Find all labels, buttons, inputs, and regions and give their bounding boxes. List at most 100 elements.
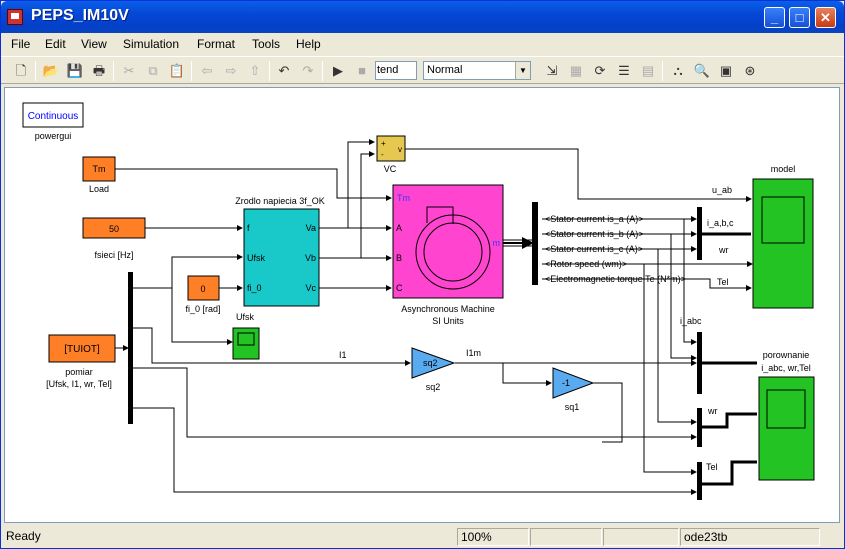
fi0-text: 0 bbox=[200, 284, 205, 294]
machine-label1: Asynchronous Machine bbox=[401, 304, 495, 314]
signal-i1m: I1m bbox=[466, 348, 481, 358]
menu-tools[interactable]: Tools bbox=[252, 37, 280, 51]
start-simulation-icon[interactable]: ▶ bbox=[328, 61, 348, 81]
title-bar[interactable]: PEPS_IM10V _ □ ✕ bbox=[1, 1, 844, 33]
print-icon[interactable]: 🖶 bbox=[89, 61, 109, 81]
machine-b: B bbox=[396, 253, 402, 263]
vc-minus: - bbox=[381, 150, 384, 159]
machine-tm: Tm bbox=[397, 193, 410, 203]
simulink-window: PEPS_IM10V _ □ ✕ File Edit View Simulati… bbox=[0, 0, 845, 549]
library-browser-icon[interactable]: ⛬ bbox=[668, 61, 688, 81]
menu-bar: File Edit View Simulation Format Tools H… bbox=[1, 34, 844, 54]
bus-selector-block[interactable] bbox=[532, 202, 538, 285]
machine-c: C bbox=[396, 283, 403, 293]
up-icon[interactable]: ⇧ bbox=[245, 61, 265, 81]
stop-time-input[interactable]: tend bbox=[375, 61, 417, 80]
new-model-icon[interactable]: 🗋 bbox=[11, 61, 31, 81]
machine-a: A bbox=[396, 223, 402, 233]
debugger-icon[interactable]: ▣ bbox=[716, 61, 736, 81]
chevron-down-icon[interactable]: ▼ bbox=[515, 62, 530, 79]
status-bar: Ready 100% ode23tb bbox=[1, 526, 844, 548]
signal-rotor-speed: <Rotor speed (wm)> bbox=[545, 259, 627, 269]
close-button[interactable]: ✕ bbox=[815, 7, 836, 28]
mux-iabc-block[interactable] bbox=[697, 207, 702, 260]
help-target-icon[interactable]: ⊛ bbox=[740, 61, 760, 81]
open-icon[interactable]: 📂 bbox=[41, 61, 61, 81]
signal-is-c: <Stator current is_c (A)> bbox=[545, 244, 643, 254]
fi0-label: fi_0 [rad] bbox=[185, 304, 220, 314]
source-in-ufsk: Ufsk bbox=[247, 253, 266, 263]
source-out-vc: Vc bbox=[305, 283, 316, 293]
por-scope-label1: porownanie bbox=[763, 350, 810, 360]
refresh-icon[interactable]: ⟳ bbox=[590, 61, 610, 81]
fsieci-label: fsieci [Hz] bbox=[94, 250, 133, 260]
simulink-app-icon bbox=[7, 9, 23, 25]
menu-edit[interactable]: Edit bbox=[45, 37, 66, 51]
signal-i1: I1 bbox=[339, 350, 347, 360]
maximize-button[interactable]: □ bbox=[789, 7, 810, 28]
status-empty-2 bbox=[603, 528, 679, 546]
sq1-label: sq1 bbox=[565, 402, 580, 412]
save-icon[interactable]: 💾 bbox=[65, 61, 85, 81]
build-icon[interactable]: ▦ bbox=[566, 61, 586, 81]
tuiot-text: [TUIOT] bbox=[64, 344, 100, 355]
layers-icon[interactable]: ☰ bbox=[614, 61, 634, 81]
copy-icon[interactable]: ⧉ bbox=[143, 61, 163, 81]
machine-m: m bbox=[493, 238, 501, 248]
signal-wr-label: wr bbox=[707, 406, 718, 416]
sq1-text: -1 bbox=[562, 378, 570, 388]
tuiot-label2: [Ufsk, I1, wr, Tel] bbox=[46, 379, 112, 389]
source-in-fi0: fi_0 bbox=[247, 283, 262, 293]
menu-view[interactable]: View bbox=[81, 37, 107, 51]
minimize-button[interactable]: _ bbox=[764, 7, 785, 28]
load-text: Tm bbox=[93, 164, 106, 174]
vc-label: VC bbox=[384, 164, 397, 174]
simulation-mode-select[interactable]: Normal ▼ bbox=[423, 61, 531, 80]
status-solver: ode23tb bbox=[680, 528, 820, 546]
signal-is-a: <Stator current is_a (A)> bbox=[545, 214, 644, 224]
por-scope-label2: i_abc, wr,Tel bbox=[761, 363, 811, 373]
demux-block[interactable] bbox=[128, 272, 133, 424]
model-advisor-icon[interactable]: ▤ bbox=[638, 61, 658, 81]
paste-icon[interactable]: 📋 bbox=[167, 61, 187, 81]
mux-tel-block[interactable] bbox=[697, 462, 702, 500]
model-in-tel: Tel bbox=[717, 277, 729, 287]
window-title: PEPS_IM10V bbox=[31, 7, 129, 24]
signal-iabc-label: i_abc bbox=[680, 316, 702, 326]
menu-help[interactable]: Help bbox=[296, 37, 321, 51]
menu-format[interactable]: Format bbox=[197, 37, 235, 51]
model-canvas[interactable]: Continuous powergui Tm Load 50 fsieci [H… bbox=[4, 87, 840, 523]
stop-simulation-icon[interactable]: ■ bbox=[352, 61, 372, 81]
signal-is-b: <Stator current is_b (A)> bbox=[545, 229, 644, 239]
menu-file[interactable]: File bbox=[11, 37, 30, 51]
back-icon[interactable]: ⇦ bbox=[197, 61, 217, 81]
source-title: Zrodlo napiecia 3f_OK bbox=[235, 196, 325, 206]
vc-v: v bbox=[398, 145, 402, 154]
update-diagram-icon[interactable]: ⇲ bbox=[542, 61, 562, 81]
model-in-wr: wr bbox=[718, 245, 729, 255]
source-out-va: Va bbox=[306, 223, 316, 233]
machine-label2: SI Units bbox=[432, 316, 464, 326]
cut-icon[interactable]: ✂ bbox=[119, 61, 139, 81]
redo-icon[interactable]: ↷ bbox=[298, 61, 318, 81]
signal-torque: <Electromagnetic torque Te (N*m)> bbox=[545, 274, 686, 284]
source-out-vb: Vb bbox=[305, 253, 316, 263]
model-in-iabc: i_a,b,c bbox=[707, 218, 734, 228]
mux-iabc2-block[interactable] bbox=[697, 332, 702, 394]
ufsk-scope-label: Ufsk bbox=[236, 312, 255, 322]
vc-plus: + bbox=[381, 139, 386, 148]
model-explorer-icon[interactable]: 🔍 bbox=[692, 61, 712, 81]
model-in-uab: u_ab bbox=[712, 185, 732, 195]
powergui-label: powergui bbox=[35, 131, 72, 141]
mux-wr-block[interactable] bbox=[697, 408, 702, 447]
signal-tel-label: Tel bbox=[706, 462, 718, 472]
menu-simulation[interactable]: Simulation bbox=[123, 37, 179, 51]
resize-grip-icon[interactable] bbox=[821, 528, 843, 546]
undo-icon[interactable]: ↶ bbox=[274, 61, 294, 81]
forward-icon[interactable]: ⇨ bbox=[221, 61, 241, 81]
load-label: Load bbox=[89, 184, 109, 194]
status-empty-1 bbox=[530, 528, 602, 546]
fsieci-text: 50 bbox=[109, 224, 119, 234]
status-zoom: 100% bbox=[457, 528, 529, 546]
sq1-gain-block[interactable] bbox=[552, 367, 595, 399]
